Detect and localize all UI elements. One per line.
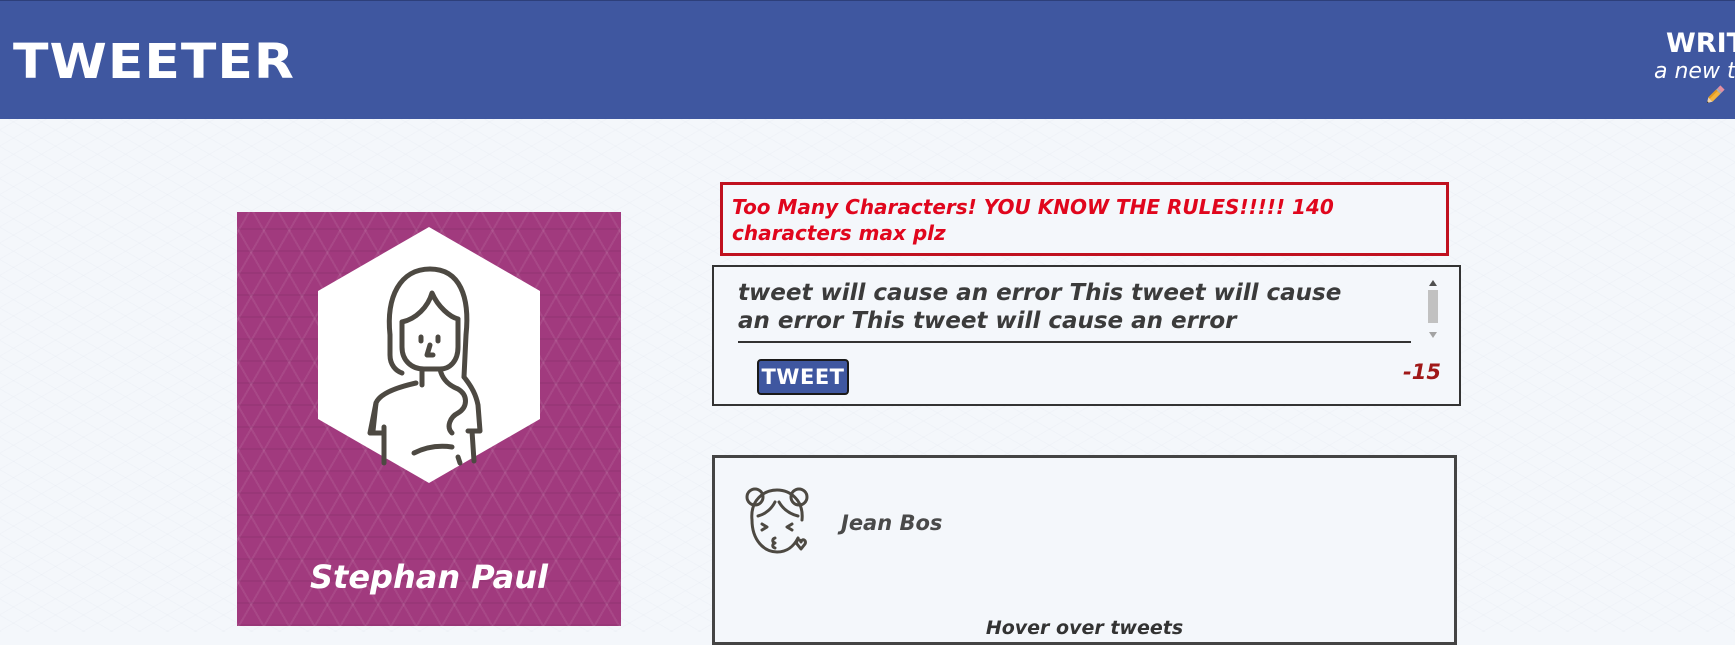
profile-card: Stephan Paul: [237, 212, 621, 626]
profile-name: Stephan Paul: [310, 558, 548, 596]
error-message: Too Many Characters! YOU KNOW THE RULES!…: [720, 182, 1449, 256]
tweet-content: Hover over tweets: [985, 617, 1184, 639]
tweet-button[interactable]: TWEET: [757, 359, 849, 395]
navbar: TWEETER WRIT a new tw: [0, 0, 1735, 119]
scroll-down-arrow-icon[interactable]: [1429, 332, 1437, 338]
textarea-scrollbar[interactable]: [1427, 280, 1439, 340]
compose-tweet-form: TWEET -15: [712, 265, 1461, 406]
tweet-author: Jean Bos: [841, 511, 943, 535]
char-counter: -15: [1403, 360, 1441, 384]
brand-logo[interactable]: TWEETER: [13, 35, 295, 90]
compose-toggle-title[interactable]: WRIT: [1666, 27, 1735, 61]
user-avatar-icon: [318, 227, 540, 483]
tweet-textarea[interactable]: [738, 279, 1411, 343]
tweet-card[interactable]: Jean Bos Hover over tweets: [712, 455, 1457, 645]
scroll-up-arrow-icon[interactable]: [1429, 280, 1437, 286]
scroll-thumb[interactable]: [1428, 290, 1438, 323]
pencil-icon[interactable]: [1703, 85, 1725, 107]
compose-toggle-subtitle[interactable]: a new tw: [1654, 58, 1735, 86]
kissing-face-avatar-icon: [745, 487, 809, 554]
